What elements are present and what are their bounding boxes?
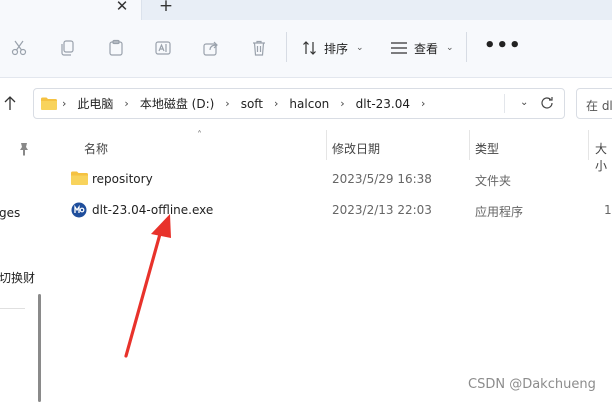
breadcrumb-item[interactable]: 此电脑 xyxy=(77,95,113,112)
file-name: repository xyxy=(92,172,153,186)
delete-icon[interactable] xyxy=(250,39,268,57)
column-divider[interactable] xyxy=(588,130,589,160)
file-name: dlt-23.04-offline.exe xyxy=(92,203,214,217)
copy-icon[interactable] xyxy=(58,39,76,57)
breadcrumb: › 此电脑 › 本地磁盘 (D:) › soft › halcon › dlt-… xyxy=(62,89,436,118)
pin-icon[interactable] xyxy=(18,142,30,156)
file-date: 2023/2/13 22:03 xyxy=(332,203,432,217)
new-tab-icon[interactable]: + xyxy=(158,0,174,15)
tab-close-icon[interactable]: ✕ xyxy=(114,0,130,14)
paste-icon[interactable] xyxy=(107,39,125,57)
nav-scrollbar[interactable] xyxy=(38,294,41,402)
chevron-right-icon[interactable]: › xyxy=(340,97,344,110)
navigation-pane: ges 切换财 xyxy=(0,130,41,402)
more-options-icon[interactable]: ••• xyxy=(484,37,522,55)
nav-item[interactable]: 切换财 xyxy=(0,269,35,286)
address-row: › 此电脑 › 本地磁盘 (D:) › soft › halcon › dlt-… xyxy=(0,78,612,130)
toolbar-divider xyxy=(466,32,467,62)
sort-label: 排序 xyxy=(324,41,349,56)
sort-ascending-icon: ˄ xyxy=(197,130,202,141)
column-header-type[interactable]: 类型 xyxy=(475,140,499,157)
breadcrumb-item[interactable]: 本地磁盘 (D:) xyxy=(140,95,214,112)
toolbar-divider xyxy=(286,32,287,62)
search-box[interactable]: 在 dlt xyxy=(576,88,612,119)
chevron-down-icon[interactable]: ⌄ xyxy=(520,97,528,108)
tab-strip: ✕ + xyxy=(0,0,612,20)
nav-item[interactable]: ges xyxy=(0,206,20,220)
chevron-right-icon[interactable]: › xyxy=(225,97,229,110)
chevron-right-icon[interactable]: › xyxy=(124,97,128,110)
column-divider[interactable] xyxy=(469,130,470,160)
sort-icon xyxy=(303,41,316,55)
breadcrumb-item[interactable]: soft xyxy=(241,97,263,111)
address-divider xyxy=(504,94,505,113)
breadcrumb-item[interactable]: halcon xyxy=(289,97,329,111)
up-arrow-icon[interactable] xyxy=(3,95,17,111)
chevron-right-icon: › xyxy=(62,97,67,110)
column-header-date[interactable]: 修改日期 xyxy=(332,140,380,157)
watermark: CSDN @Dakchueng xyxy=(468,377,596,392)
breadcrumb-item[interactable]: dlt-23.04 xyxy=(356,97,410,111)
app-icon xyxy=(71,202,87,218)
column-divider[interactable] xyxy=(326,130,327,160)
file-row[interactable]: repository 2023/5/29 16:38 文件夹 xyxy=(60,166,612,194)
view-icon xyxy=(391,42,407,54)
folder-icon xyxy=(71,171,88,185)
sort-button[interactable]: 排序 ⌄ xyxy=(302,36,364,60)
file-date: 2023/5/29 16:38 xyxy=(332,172,432,186)
search-input[interactable]: 在 dlt xyxy=(586,97,612,114)
share-icon[interactable] xyxy=(202,39,220,57)
tab-current[interactable]: ✕ xyxy=(0,0,142,20)
folder-icon xyxy=(41,97,57,110)
cut-icon[interactable] xyxy=(10,39,28,57)
command-bar: 排序 ⌄ 查看 ⌄ ••• xyxy=(0,20,612,78)
refresh-icon[interactable] xyxy=(539,95,555,111)
chevron-down-icon: ⌄ xyxy=(356,43,364,53)
view-label: 查看 xyxy=(414,41,439,56)
address-bar[interactable]: › 此电脑 › 本地磁盘 (D:) › soft › halcon › dlt-… xyxy=(33,88,565,119)
file-size: 1 xyxy=(604,203,612,217)
rename-icon[interactable] xyxy=(154,39,172,57)
nav-divider xyxy=(0,308,25,309)
chevron-right-icon[interactable]: › xyxy=(274,97,278,110)
file-list: ˄ 名称 修改日期 类型 大小 repository 2023/5/29 16:… xyxy=(60,130,612,402)
column-header-name[interactable]: 名称 xyxy=(84,140,108,157)
chevron-right-icon[interactable]: › xyxy=(421,97,425,110)
file-type: 文件夹 xyxy=(475,174,512,188)
view-button[interactable]: 查看 ⌄ xyxy=(390,36,454,60)
chevron-down-icon: ⌄ xyxy=(446,43,454,53)
file-type: 应用程序 xyxy=(475,205,524,219)
file-row[interactable]: dlt-23.04-offline.exe 2023/2/13 22:03 应用… xyxy=(60,197,612,225)
